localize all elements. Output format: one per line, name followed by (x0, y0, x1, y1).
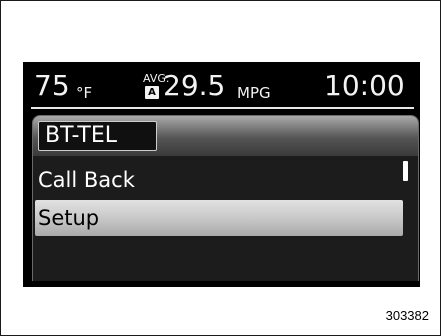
fuel-economy-unit: MPG (237, 84, 271, 102)
avg-mode-icon: A (145, 86, 159, 99)
clock: 10:00 (324, 69, 405, 102)
menu-item-call-back[interactable]: Call Back (33, 163, 403, 197)
menu-item-label: Call Back (38, 168, 135, 192)
scrollbar[interactable] (403, 161, 408, 181)
display-screen: 75 °F AVG. A 29.5 MPG 10:00 BT-TEL Call … (23, 62, 420, 287)
menu-item-setup[interactable]: Setup (35, 200, 403, 236)
menu-item-label: Setup (38, 206, 100, 230)
figure-number: 303382 (385, 308, 429, 323)
fuel-economy-value: 29.5 (163, 69, 226, 102)
temperature-unit: °F (76, 84, 93, 102)
figure-frame: 75 °F AVG. A 29.5 MPG 10:00 BT-TEL Call … (0, 0, 441, 336)
menu-title-box: BT-TEL (38, 121, 157, 151)
menu-header: BT-TEL (33, 116, 418, 156)
status-bar: 75 °F AVG. A 29.5 MPG 10:00 (23, 62, 420, 110)
status-divider (31, 107, 414, 109)
menu-title: BT-TEL (45, 123, 118, 148)
menu-panel: BT-TEL Call Back Setup (32, 115, 419, 281)
outside-temperature: 75 (34, 69, 70, 102)
